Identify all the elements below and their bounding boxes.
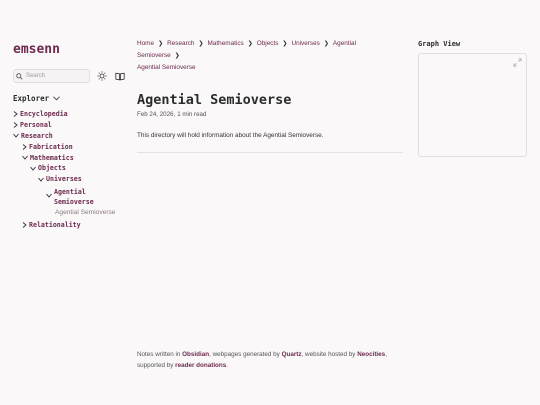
footer-text: Notes written in [137,351,183,358]
neocities-link[interactable]: Neocities [357,351,385,358]
reader-mode-button[interactable] [114,71,125,82]
search-box[interactable]: Search [13,69,90,83]
donations-link[interactable]: reader donations [175,362,226,369]
breadcrumb-separator: ❯ [198,41,204,47]
breadcrumb-separator: ❯ [323,41,329,47]
tree-label: Objects [38,164,66,173]
explorer-toggle[interactable]: Explorer [13,94,125,103]
tree-label: Relationality [29,220,81,229]
content-divider [137,151,403,153]
page-body: This directory will hold information abo… [137,131,324,139]
page-meta: Feb 24, 2026, 1 min read [137,111,403,118]
chevron-right-icon [13,111,18,118]
reading-time: 1 min read [177,110,207,118]
chevron-down-icon [13,134,19,139]
breadcrumb-research[interactable]: Research [167,40,194,47]
tree-label-line: Semioverse [54,197,94,206]
chevron-down-icon [30,166,36,171]
search-icon [16,72,23,80]
breadcrumb-current-page: Agential Semioverse [137,64,196,72]
chevron-down-icon [53,96,60,101]
book-icon [115,72,125,80]
sun-icon [97,71,107,81]
theme-toggle-button[interactable] [97,71,108,82]
page-date: Feb 24, 2026, [137,110,176,118]
folder-encyclopedia[interactable]: Encyclopedia [13,109,125,120]
folder-relationality[interactable]: Relationality [13,219,125,230]
breadcrumb-home[interactable]: Home [137,40,154,47]
chevron-right-icon [22,143,27,150]
folder-universes[interactable]: Universes [13,174,125,185]
explorer-title: Explorer [13,94,50,103]
footer-text: , [385,351,387,358]
tree-label: Mathematics [30,153,74,162]
breadcrumb-separator: ❯ [158,41,164,47]
search-placeholder: Search [26,73,46,79]
graph-canvas[interactable] [418,53,527,157]
breadcrumb-separator: ❯ [174,53,180,60]
breadcrumb-mathematics[interactable]: Mathematics [207,40,243,47]
footer-text: supported by [137,362,176,369]
breadcrumb: Home ❯ Research ❯ Mathematics ❯ Objects ❯ Univer… [137,38,403,75]
tree-label-multiline: Agential Semioverse [54,187,94,207]
site-title[interactable]: emsenn [13,42,125,57]
obsidian-link[interactable]: Obsidian [182,351,209,358]
toolbar: Search [13,69,125,83]
main-content: Home ❯ Research ❯ Mathematics ❯ Objects ❯ Univer… [137,38,403,153]
tree-label: Universes [46,175,82,184]
quartz-link[interactable]: Quartz [282,351,302,358]
folder-agential-semioverse[interactable]: Agential Semioverse [13,187,125,207]
folder-fabrication[interactable]: Fabrication [13,141,125,152]
footer-text: , webpages generated by [209,351,282,358]
explorer-tree: Encyclopedia Personal Research Fabricati… [13,109,125,230]
folder-research[interactable]: Research [13,131,125,142]
file-agential-semioverse[interactable]: Agential Semioverse [13,208,125,219]
footer: Notes written in Obsidian, webpages gene… [137,349,407,371]
tree-label: Agential Semioverse [55,209,116,217]
tree-label-line: Agential [54,187,86,196]
folder-objects[interactable]: Objects [13,163,125,174]
breadcrumb-objects[interactable]: Objects [257,40,279,47]
breadcrumb-separator: ❯ [247,41,253,47]
expand-icon[interactable] [513,58,522,67]
chevron-right-icon [13,122,18,129]
folder-personal[interactable]: Personal [13,120,125,131]
breadcrumb-separator: ❯ [282,41,288,47]
tree-label: Research [21,131,53,140]
left-sidebar: emsenn Search Explorer Encyclopedia Pers… [13,38,125,230]
page-title: Agential Semioverse [137,91,292,108]
footer-text: , website hosted by [301,351,358,358]
chevron-down-icon [22,155,28,160]
footer-text: . [226,362,229,369]
chevron-down-icon [38,177,44,182]
tree-label: Fabrication [29,142,73,151]
tree-label: Encyclopedia [20,110,68,119]
graph-panel: Graph View [418,38,528,157]
folder-mathematics[interactable]: Mathematics [13,152,125,163]
graph-title: Graph View [418,40,461,48]
chevron-right-icon [22,221,27,228]
tree-label: Personal [20,121,52,130]
chevron-down-icon [46,193,52,198]
breadcrumb-universes[interactable]: Universes [291,40,319,47]
